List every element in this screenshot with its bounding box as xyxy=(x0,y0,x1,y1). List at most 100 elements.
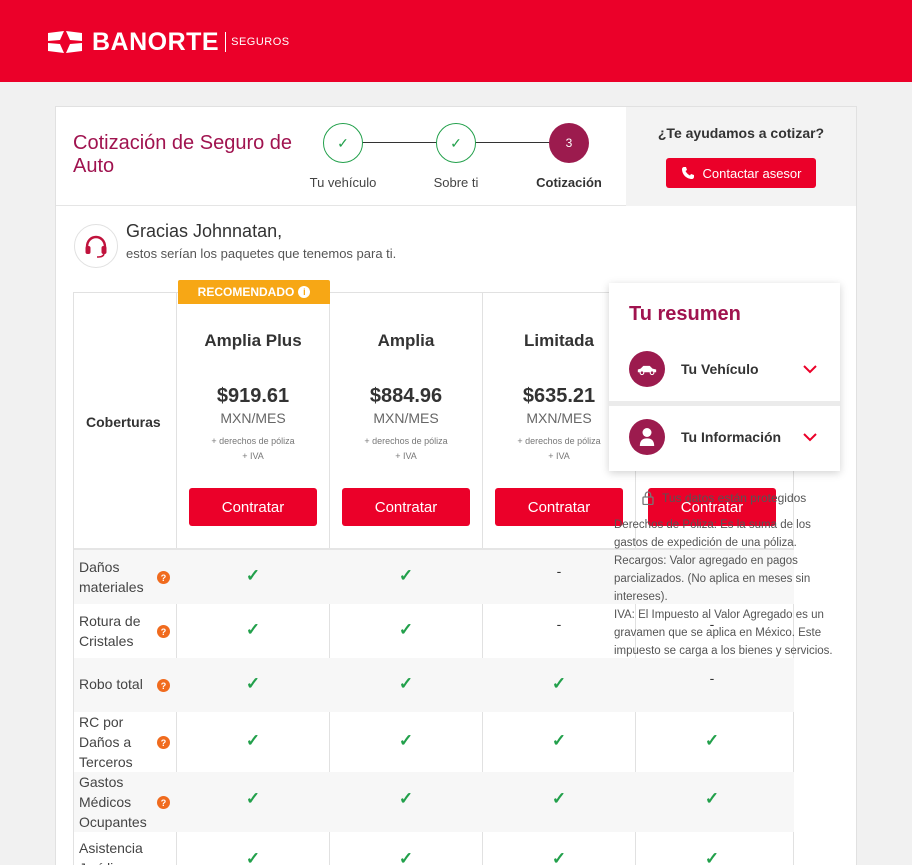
summary-title: Tu resumen xyxy=(629,303,741,325)
dash-mark: - xyxy=(556,616,562,632)
dash-mark: - xyxy=(709,670,715,686)
check-icon: ✓ xyxy=(704,731,720,750)
plan-period: MXN/MES xyxy=(373,410,439,426)
check-icon: ✓ xyxy=(398,674,414,693)
contract-button[interactable]: Contratar xyxy=(342,488,470,526)
recommended-label: RECOMENDADO xyxy=(197,285,295,299)
check-icon: ✓ xyxy=(398,620,414,639)
plan-fee-note: + derechos de póliza + IVA xyxy=(177,434,329,464)
step-quote: 3 Cotización xyxy=(509,123,629,190)
table-row: Robo total ? ✓ ✓ ✓ - xyxy=(74,658,794,712)
check-icon: ✓ xyxy=(245,731,261,750)
coverage-label: Robo total xyxy=(79,676,143,692)
step-label: Tu vehículo xyxy=(309,175,377,190)
check-icon: ✓ xyxy=(398,566,414,585)
greeting-subtitle: estos serían los paquetes que tenemos pa… xyxy=(126,246,397,261)
summary-item-vehicle[interactable]: Tu Vehículo xyxy=(609,339,840,399)
contract-button[interactable]: Contratar xyxy=(189,488,317,526)
step-vehicle[interactable]: ✓ Tu vehículo xyxy=(283,123,403,190)
check-icon: ✓ xyxy=(551,731,567,750)
summary-item-label: Tu Información xyxy=(681,429,782,445)
person-icon xyxy=(629,419,665,455)
check-icon: ✓ xyxy=(398,731,414,750)
check-icon: ✓ xyxy=(704,789,720,808)
chevron-down-icon[interactable] xyxy=(802,429,818,445)
note-policy-fees: Derechos de Póliza: Es la suma de los ga… xyxy=(614,519,811,549)
plan-amplia: Amplia $884.96 MXN/MES + derechos de pól… xyxy=(330,293,482,548)
plan-price: $884.96 xyxy=(369,385,443,407)
help-icon[interactable]: ? xyxy=(157,625,170,638)
check-icon: ✓ xyxy=(551,789,567,808)
check-icon: ✓ xyxy=(245,789,261,808)
protected-text: Tus datos están protegidos xyxy=(662,491,807,505)
dash-mark: - xyxy=(556,563,562,579)
step-number: 3 xyxy=(549,123,589,163)
greeting-title: Gracias Johnnatan, xyxy=(126,221,283,241)
plan-name: Amplia xyxy=(377,331,435,350)
plan-fee-note: + derechos de póliza + IVA xyxy=(330,434,482,464)
quote-card: Cotización de Seguro de Auto ✓ Tu vehícu… xyxy=(55,106,857,865)
fee-line: + derechos de póliza xyxy=(211,436,295,446)
banorte-logo-icon xyxy=(48,31,82,53)
headset-icon xyxy=(85,235,107,258)
banorte-logo[interactable]: BANORTE SEGUROS xyxy=(46,28,290,56)
contract-button[interactable]: Contratar xyxy=(495,488,623,526)
check-icon: ✓ xyxy=(323,123,363,163)
protected-data-note: Tus datos están protegidos xyxy=(642,491,806,505)
check-icon: ✓ xyxy=(551,849,567,865)
check-icon: ✓ xyxy=(245,849,261,865)
fee-line: + IVA xyxy=(242,451,264,461)
plan-name: Amplia Plus xyxy=(204,331,302,350)
help-question: ¿Te ayudamos a cotizar? xyxy=(657,125,825,141)
contact-advisor-button[interactable]: Contactar asesor xyxy=(666,158,816,188)
contact-advisor-label: Contactar asesor xyxy=(702,165,802,181)
plan-period: MXN/MES xyxy=(220,410,286,426)
note-iva: IVA: El Impuesto al Valor Agregado es un… xyxy=(614,609,833,657)
recommended-badge: RECOMENDADO i xyxy=(178,280,330,304)
table-row: Gastos Médicos Ocupantes ? ✓ ✓ ✓ ✓ xyxy=(74,772,794,832)
check-icon: ✓ xyxy=(245,620,261,639)
card-header: Cotización de Seguro de Auto ✓ Tu vehícu… xyxy=(56,107,856,206)
check-icon: ✓ xyxy=(245,566,261,585)
fee-line: + derechos de póliza xyxy=(364,436,448,446)
phone-icon xyxy=(681,167,694,179)
note-surcharges: Recargos: Valor agregado en pagos parcia… xyxy=(614,555,811,603)
help-icon[interactable]: ? xyxy=(157,736,170,749)
brand-separator xyxy=(225,32,227,52)
check-icon: ✓ xyxy=(398,849,414,865)
coverage-label: Daños materiales xyxy=(79,559,144,595)
help-icon[interactable]: ? xyxy=(157,571,170,584)
check-icon: ✓ xyxy=(436,123,476,163)
lock-icon xyxy=(642,491,654,505)
info-icon[interactable]: i xyxy=(298,286,311,298)
brand-name: BANORTE xyxy=(92,27,220,56)
car-icon xyxy=(629,351,665,387)
coverage-label: Gastos Médicos Ocupantes xyxy=(79,774,147,830)
step-label: Cotización xyxy=(536,175,602,190)
check-icon: ✓ xyxy=(551,674,567,693)
page-title: Cotización de Seguro de Auto xyxy=(73,132,293,177)
plan-amplia-plus: Amplia Plus $919.61 MXN/MES + derechos d… xyxy=(177,293,329,548)
check-icon: ✓ xyxy=(398,789,414,808)
brand-sub: SEGUROS xyxy=(231,36,290,48)
summary-item-label: Tu Vehículo xyxy=(681,361,759,377)
coverage-label: Asistencia Jurídica xyxy=(79,840,143,865)
help-icon[interactable]: ? xyxy=(157,679,170,692)
summary-panel: Tu resumen Tu Vehículo Tu Información xyxy=(609,283,840,471)
step-about-you[interactable]: ✓ Sobre ti xyxy=(396,123,516,190)
help-box: ¿Te ayudamos a cotizar? Contactar asesor xyxy=(626,107,856,206)
headset-avatar xyxy=(74,224,118,268)
coverage-header: Coberturas xyxy=(86,414,161,430)
help-icon[interactable]: ? xyxy=(157,796,170,809)
table-row: RC por Daños a Terceros ? ✓ ✓ ✓ ✓ xyxy=(74,712,794,772)
step-label: Sobre ti xyxy=(433,175,479,190)
coverage-label: Rotura de Cristales xyxy=(79,613,141,649)
summary-divider xyxy=(609,401,840,406)
plan-price: $919.61 xyxy=(216,385,290,407)
coverage-label: RC por Daños a Terceros xyxy=(79,714,133,770)
fee-line: + IVA xyxy=(395,451,417,461)
check-icon: ✓ xyxy=(704,849,720,865)
summary-item-info[interactable]: Tu Información xyxy=(609,407,840,467)
check-icon: ✓ xyxy=(245,674,261,693)
chevron-down-icon[interactable] xyxy=(802,361,818,377)
